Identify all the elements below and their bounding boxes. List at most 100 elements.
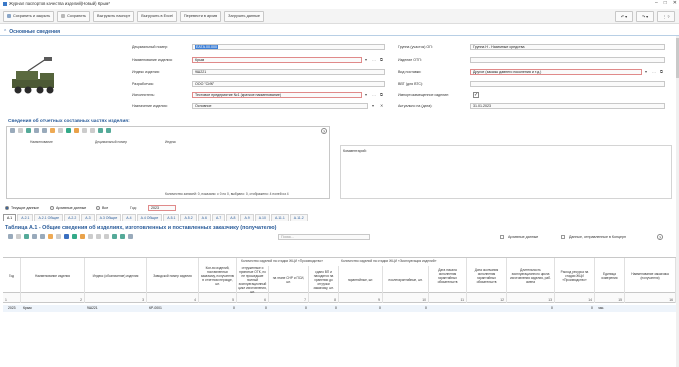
col-warranty[interactable]: гарантийные, шт. [339,266,383,294]
filter-icon[interactable] [18,128,23,133]
year-field[interactable]: 2023 [148,205,176,211]
col-customer[interactable]: Наименование заказчика (получателя) [625,258,676,294]
parts-col-index[interactable]: Индекс [165,140,176,144]
tab-a2-1[interactable]: А.2.1 [17,214,34,221]
help-icon[interactable]: ? [321,128,327,134]
col-index[interactable]: Индекс (обозначение) изделия [85,258,147,294]
name-field[interactable]: Крым [192,57,362,63]
tab-a11-1[interactable]: А.11.1 [270,214,289,221]
tab-a10[interactable]: А.10 [254,214,270,221]
delete-icon[interactable] [88,234,93,239]
link-icon[interactable] [58,128,63,133]
archive-button[interactable]: Перевести в архив [179,10,222,22]
close-button[interactable]: ✕ [673,0,677,6]
tab-a8[interactable]: А.8 [226,214,240,221]
menu-help-button[interactable]: ⋮ ? [657,11,675,22]
import-icon[interactable] [120,234,125,239]
grid-icon[interactable] [128,234,133,239]
redo-button[interactable]: ↷ ▾ [636,11,654,22]
edit-icon[interactable] [74,128,79,133]
col-unit[interactable]: Единица измерения [595,258,625,294]
tab-a3-general[interactable]: А.3 Общие [95,214,122,221]
select-icon[interactable] [10,128,15,133]
select-icon[interactable] [8,234,13,239]
parts-col-name[interactable]: Наименование [30,140,53,144]
sort-icon[interactable] [50,128,55,133]
col-name[interactable]: Наименование изделия [21,258,85,294]
refresh-icon[interactable] [26,128,31,133]
decimal-field[interactable]: ЕАТА.00.000 [192,44,385,50]
clear-icon[interactable]: ✕ [380,103,383,108]
section-header[interactable]: ⌃ Основные сведения [0,28,679,36]
dropdown-icon[interactable]: ▾ [365,57,367,62]
sent-checkbox[interactable] [561,235,565,239]
tab-a4-general[interactable]: А.4 Общие [136,214,163,221]
add-icon[interactable] [66,128,71,133]
save-close-button[interactable]: Сохранить и закрыть [3,10,55,22]
import-icon[interactable] [106,128,111,133]
col-delivered[interactable]: Кол-во изделий, поставленных заказчику, … [199,258,237,294]
export-excel-button[interactable]: Выгрузить в Excel [137,10,177,22]
add-icon[interactable] [72,234,77,239]
filter-icon[interactable] [16,234,21,239]
maker-field[interactable]: Тестовое предприятие №1 (краткое наимено… [192,92,362,98]
minimize-button[interactable]: – [655,0,658,6]
edit-icon[interactable] [80,234,85,239]
tab-a2-2[interactable]: А.2.2 [64,214,81,221]
tab-a5-1[interactable]: А.5.1 [163,214,180,221]
export-icon[interactable] [112,234,117,239]
col-resource[interactable]: Расход ресурса на стадии ЖЦИ «Производст… [555,258,595,294]
info-icon[interactable] [104,234,109,239]
col-snr[interactable]: на этапе СНР и ПСИ, шт. [269,266,309,294]
tab-a5-2[interactable]: А.5.2 [180,214,197,221]
radio-all[interactable]: Все [96,206,108,210]
export-passport-button[interactable]: Выгрузить паспорт [93,10,135,22]
list-icon[interactable] [34,128,39,133]
dropdown-icon[interactable]: ▾ [372,103,374,108]
sort-icon[interactable] [48,234,53,239]
tab-a4[interactable]: А.4 [122,214,136,221]
dropdown-icon[interactable]: ▾ [365,92,367,97]
load-data-button[interactable]: Загрузить данные [224,10,264,22]
col-warranty-start[interactable]: Дата начала исполнения гарантийных обяза… [429,258,467,294]
tab-a3[interactable]: А.3 [81,214,95,221]
import-checkbox[interactable]: ✓ [473,92,479,98]
dropdown-icon[interactable]: ▾ [645,69,647,74]
open-icon[interactable]: ⧉ [380,92,383,97]
link-icon[interactable] [56,234,61,239]
radio-current[interactable]: Текущие данные [5,206,39,210]
tab-a7[interactable]: А.7 [211,214,226,221]
more-icon[interactable]: … [372,92,376,97]
parts-col-decimal[interactable]: Децимальный номер [95,140,127,144]
delete-icon[interactable] [82,128,87,133]
delivery-field[interactable]: Другое (заказы давнего поколения и т.д.) [470,69,642,75]
refresh-icon[interactable] [24,234,29,239]
table-search-input[interactable]: Поиск... [278,234,370,240]
tab-a11-2[interactable]: А.11.2 [289,214,308,221]
open-icon[interactable]: ⧉ [380,57,383,62]
col-serial[interactable]: Заводской номер изделия [147,258,199,294]
columns-icon[interactable] [40,234,45,239]
export-icon[interactable] [98,128,103,133]
tab-a9[interactable]: А.9 [240,214,254,221]
copy-icon[interactable] [96,234,101,239]
list-icon[interactable] [32,234,37,239]
archive-checkbox[interactable] [500,235,504,239]
col-warranty-end[interactable]: Дата окончания исполнения гарантийных об… [467,258,507,294]
col-postwarranty[interactable]: послегарантийные, шт. [383,266,429,294]
col-shipped[interactable]: отгруженные и принятые ОТК, но не прошед… [237,266,269,294]
tab-a1[interactable]: А.1 [3,214,17,221]
tab-a6[interactable]: А.6 [197,214,211,221]
more-icon[interactable]: … [652,69,656,74]
actual-date-field[interactable]: 31.01.2023 [470,103,665,109]
columns-icon[interactable] [42,128,47,133]
col-storage[interactable]: сдано ВП и находится на хранении до отгр… [309,266,339,294]
open-icon[interactable]: ⧉ [660,69,663,74]
save-button[interactable]: Сохранить [57,10,91,22]
col-year[interactable]: Год [3,258,21,294]
undo-button[interactable]: ↶ ▾ [615,11,633,22]
tab-a2-1-general[interactable]: А.2.1 Общие [34,214,64,221]
table-row[interactable]: 2023 Крым 9Ш221 КР-0001 0 0 0 0 0 0 0 0 … [3,305,676,312]
more-icon[interactable]: … [372,57,376,62]
radio-archive[interactable]: Архивные данные [50,206,86,210]
